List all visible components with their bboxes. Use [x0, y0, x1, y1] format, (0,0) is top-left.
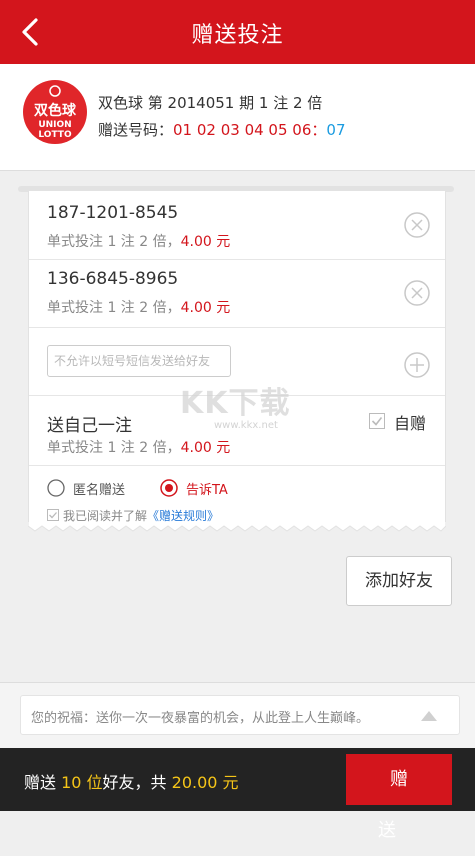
header-bar: 赠送投注 — [0, 0, 475, 64]
bet-amount: 4.00 元 — [180, 440, 231, 456]
bet-desc: 单式投注 1 注 2 倍， — [47, 440, 181, 456]
wish-text: 您的祝福：送你一次一夜暴富的机会，从此登上人生巅峰。 — [31, 711, 370, 726]
add-circle-icon[interactable] — [403, 351, 431, 379]
footer-bar: 赠送 10 位好友，共 20.00 元 赠送 — [0, 748, 475, 841]
watermark-url: www.kkx.net — [214, 420, 278, 431]
self-gift-label: 自赠 — [394, 414, 427, 433]
summary-middle: 好友，共 — [102, 773, 172, 792]
anonymous-label: 匿名赠送 — [73, 483, 126, 498]
recipient-phone: 136-6845-8965 — [47, 269, 179, 289]
recipient-phone-input[interactable] — [47, 345, 231, 377]
bet-amount: 4.00 元 — [180, 300, 231, 316]
svg-text:UNION: UNION — [38, 120, 71, 130]
summary-prefix: 赠送 — [24, 773, 62, 792]
recipient-slip: 187-1201-8545 单式投注 1 注 2 倍，4.00 元 136-68… — [28, 191, 446, 525]
remove-circle-icon[interactable] — [403, 211, 431, 239]
recipient-row: 136-6845-8965 单式投注 1 注 2 倍，4.00 元 — [29, 259, 445, 328]
agree-checkbox[interactable] — [47, 509, 59, 521]
numbers-label: 赠送号码： — [98, 121, 174, 139]
friend-count: 10 位 — [61, 773, 103, 792]
gift-numbers: 赠送号码：01 02 03 04 05 06：07 — [98, 119, 346, 140]
red-ball-numbers: 01 02 03 04 05 06 — [173, 121, 312, 139]
slip-edge — [28, 522, 446, 532]
watermark-text: KK下载 — [180, 386, 291, 421]
gift-button[interactable]: 赠送 — [346, 754, 452, 841]
bet-desc: 单式投注 1 注 2 倍， — [47, 234, 181, 250]
self-gift-checkbox[interactable] — [369, 413, 385, 429]
add-friend-button[interactable]: 添加好友 — [346, 556, 452, 606]
recipient-bet: 单式投注 1 注 2 倍，4.00 元 — [47, 297, 230, 317]
bet-amount: 4.00 元 — [180, 234, 231, 250]
lottery-issue-text: 双色球 第 2014051 期 1 注 2 倍 — [98, 94, 323, 112]
tell-label: 告诉TA — [186, 483, 228, 498]
triangle-up-icon[interactable] — [419, 709, 439, 723]
recipient-row: 187-1201-8545 单式投注 1 注 2 倍，4.00 元 — [29, 191, 445, 260]
wish-bar: 您的祝福：送你一次一夜暴富的机会，从此登上人生巅峰。 — [0, 682, 475, 749]
numbers-separator: ： — [311, 121, 327, 139]
self-gift-bet: 单式投注 1 注 2 倍，4.00 元 — [47, 437, 230, 457]
svg-text:双色球: 双色球 — [34, 102, 77, 119]
recipient-bet: 单式投注 1 注 2 倍，4.00 元 — [47, 231, 230, 251]
gift-summary: 赠送 10 位好友，共 20.00 元 — [24, 769, 239, 793]
anonymous-radio[interactable] — [47, 479, 65, 497]
self-gift-title: 送自己一注 — [47, 416, 132, 436]
remove-circle-icon[interactable] — [403, 279, 431, 307]
blue-ball-number: 07 — [326, 121, 346, 139]
recipient-phone: 187-1201-8545 — [47, 203, 179, 223]
bet-desc: 单式投注 1 注 2 倍， — [47, 300, 181, 316]
total-amount: 20.00 元 — [171, 773, 239, 792]
page-title: 赠送投注 — [191, 23, 284, 48]
gift-rules-link[interactable]: 《赠送规则》 — [147, 509, 219, 523]
wish-message-field[interactable]: 您的祝福：送你一次一夜暴富的机会，从此登上人生巅峰。 — [20, 695, 460, 735]
tell-radio[interactable] — [160, 479, 178, 497]
agree-prefix: 我已阅读并了解 — [63, 509, 148, 523]
union-lotto-logo: 双色球 UNION LOTTO — [23, 80, 87, 144]
svg-text:LOTTO: LOTTO — [38, 130, 72, 140]
lottery-info-card: 双色球 UNION LOTTO 双色球 第 2014051 期 1 注 2 倍 … — [0, 64, 475, 171]
